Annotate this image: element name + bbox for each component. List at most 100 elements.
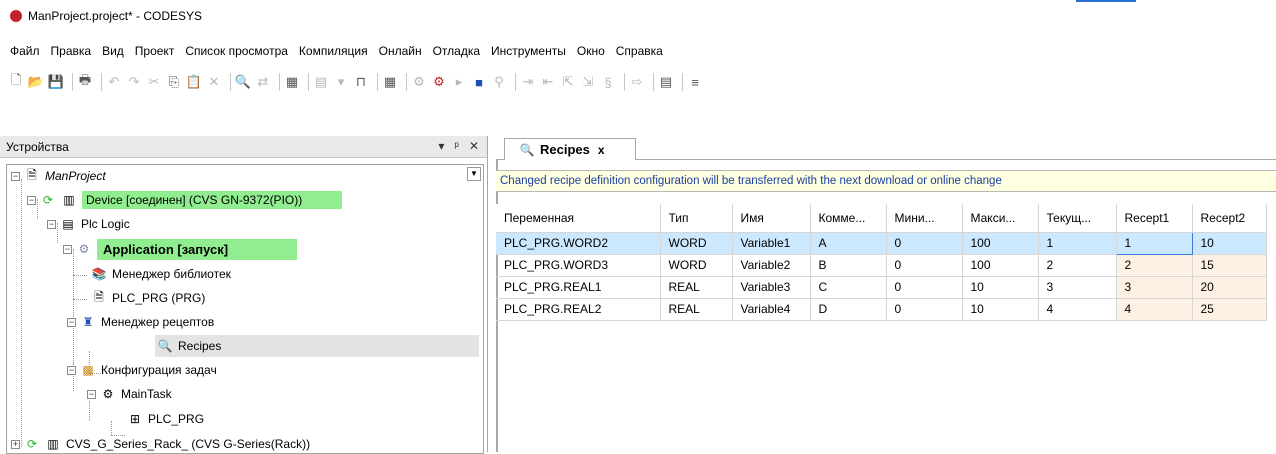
cell-recept1[interactable]: 1 <box>1115 231 1193 255</box>
tree-item-task-configuration[interactable]: − ▩ Конфигурация задач <box>67 359 217 381</box>
column-header-maximum[interactable]: Макси... <box>962 204 1039 233</box>
menu-tools[interactable]: Инструменты <box>491 44 566 58</box>
cell-current[interactable]: 4 <box>1038 298 1117 321</box>
tree-item-plc-logic[interactable]: − ▤ Plc Logic <box>47 213 130 235</box>
column-header-variable[interactable]: Переменная <box>496 204 661 233</box>
cell-minimum[interactable]: 0 <box>886 298 963 321</box>
collapse-icon[interactable]: − <box>47 219 56 229</box>
new-project-icon[interactable]: 🗋 <box>8 72 24 90</box>
cell-name[interactable]: Variable4 <box>732 298 811 321</box>
delete-icon[interactable]: ✕ <box>206 74 222 90</box>
tree-item-plc-prg[interactable]: 🗎 PLC_PRG (PRG) <box>91 287 205 309</box>
cell-type[interactable]: WORD <box>660 254 733 277</box>
cell-maximum[interactable]: 10 <box>962 298 1039 321</box>
cell-recept2[interactable]: 20 <box>1192 276 1267 299</box>
menu-project[interactable]: Проект <box>135 44 175 58</box>
tree-item-recipe-manager[interactable]: − ♜ Менеджер рецептов <box>67 311 214 333</box>
open-project-icon[interactable]: 📂 <box>28 74 44 90</box>
step-into-icon[interactable]: ⇤ <box>540 74 556 90</box>
find-icon[interactable]: 🔍 <box>235 74 251 90</box>
menu-debug[interactable]: Отладка <box>433 44 480 58</box>
cell-maximum[interactable]: 10 <box>962 276 1039 299</box>
cell-recept2[interactable]: 25 <box>1192 298 1267 321</box>
set-next-statement-icon[interactable]: § <box>600 74 616 90</box>
cell-variable[interactable]: PLC_PRG.WORD2 <box>496 232 661 255</box>
column-header-recept2[interactable]: Recept2 <box>1192 204 1267 233</box>
tab-recipes[interactable]: 🔍 Recipes x <box>504 138 636 160</box>
cell-maximum[interactable]: 100 <box>962 254 1039 277</box>
cell-minimum[interactable]: 0 <box>886 276 963 299</box>
column-header-minimum[interactable]: Мини... <box>886 204 963 233</box>
collapse-icon[interactable]: − <box>11 171 20 181</box>
tab-close-icon[interactable]: x <box>598 143 605 157</box>
cell-current[interactable]: 2 <box>1038 254 1117 277</box>
menu-edit[interactable]: Правка <box>51 44 92 58</box>
cell-variable[interactable]: PLC_PRG.WORD3 <box>496 254 661 277</box>
cell-minimum[interactable]: 0 <box>886 232 963 255</box>
step-out-icon[interactable]: ⇱ <box>560 74 576 90</box>
tree-item-library-manager[interactable]: 📚 Менеджер библиотек <box>91 263 231 285</box>
tree-item-rack[interactable]: + ⟳ ▥ CVS_G_Series_Rack_ (CVS G-Series(R… <box>11 433 310 453</box>
show-current-statement-icon[interactable]: ⇨ <box>629 74 645 90</box>
cell-maximum[interactable]: 100 <box>962 232 1039 255</box>
cell-recept1[interactable]: 2 <box>1116 254 1193 277</box>
dropdown-arrow-icon[interactable]: ▾ <box>333 74 349 90</box>
tree-item-application[interactable]: − ⚙ Application [запуск] <box>63 238 297 260</box>
cell-minimum[interactable]: 0 <box>886 254 963 277</box>
cell-comment[interactable]: D <box>810 298 887 321</box>
insert-object-icon[interactable]: ⊓ <box>353 74 369 90</box>
cell-comment[interactable]: A <box>810 232 887 255</box>
cell-recept1[interactable]: 4 <box>1116 298 1193 321</box>
cell-type[interactable]: REAL <box>660 276 733 299</box>
collapse-icon[interactable]: − <box>67 365 76 375</box>
redo-icon[interactable]: ↷ <box>126 74 142 90</box>
select-all-icon[interactable]: ▦ <box>284 74 300 90</box>
collapse-icon[interactable]: − <box>27 195 36 205</box>
cell-recept1[interactable]: 3 <box>1116 276 1193 299</box>
cell-variable[interactable]: PLC_PRG.REAL1 <box>496 276 661 299</box>
column-header-type[interactable]: Тип <box>660 204 733 233</box>
cell-comment[interactable]: C <box>810 276 887 299</box>
menu-help[interactable]: Справка <box>616 44 663 58</box>
pin-icon[interactable]: ᵖ <box>454 139 459 153</box>
menu-build[interactable]: Компиляция <box>299 44 368 58</box>
tree-item-device[interactable]: − ⟳ ▥ Device [соединен] (CVS GN-9372(PIO… <box>27 189 342 211</box>
menu-window[interactable]: Окно <box>577 44 605 58</box>
undo-icon[interactable]: ↶ <box>106 74 122 90</box>
save-icon[interactable]: 💾 <box>48 74 64 90</box>
paste-icon[interactable]: 📋 <box>186 74 202 90</box>
logout-icon[interactable]: ⚙ <box>431 74 447 90</box>
start-icon[interactable]: ▸ <box>451 74 467 90</box>
replace-icon[interactable]: ⇄ <box>255 74 271 90</box>
cell-recept2[interactable]: 10 <box>1192 232 1267 255</box>
collapse-icon[interactable]: − <box>87 389 96 399</box>
cell-type[interactable]: WORD <box>660 232 733 255</box>
close-icon[interactable]: ✕ <box>469 139 479 153</box>
step-over-icon[interactable]: ⇥ <box>520 74 536 90</box>
menu-online[interactable]: Онлайн <box>379 44 422 58</box>
cell-type[interactable]: REAL <box>660 298 733 321</box>
tree-dropdown-button[interactable]: ▼ <box>467 167 481 181</box>
cell-recept2[interactable]: 15 <box>1192 254 1267 277</box>
tree-item-recipes[interactable]: 🔍 Recipes <box>155 335 479 357</box>
collapse-icon[interactable]: − <box>63 244 72 254</box>
print-icon[interactable]: 🖶 <box>77 72 93 90</box>
stop-icon[interactable]: ■ <box>471 74 487 90</box>
login-icon[interactable]: ⚙ <box>411 74 427 90</box>
menu-view[interactable]: Вид <box>102 44 124 58</box>
add-object-icon[interactable]: ▤ <box>313 74 329 90</box>
table-row[interactable]: PLC_PRG.WORD3 WORD Variable2 B 0 100 2 2… <box>496 254 1267 277</box>
run-to-cursor-icon[interactable]: ⇲ <box>580 74 596 90</box>
build-icon[interactable]: ▦ <box>382 74 398 90</box>
menu-watchlist[interactable]: Список просмотра <box>185 44 288 58</box>
toolbar-options-icon[interactable]: ≡ <box>687 74 703 90</box>
tree-item-manproject[interactable]: − 🗎 ManProject <box>11 165 106 187</box>
cell-name[interactable]: Variable3 <box>732 276 811 299</box>
table-row[interactable]: PLC_PRG.REAL1 REAL Variable3 C 0 10 3 3 … <box>496 276 1267 299</box>
column-header-current[interactable]: Текущ... <box>1038 204 1117 233</box>
column-header-name[interactable]: Имя <box>732 204 811 233</box>
panel-menu-icon[interactable]: ▾ <box>438 139 444 153</box>
column-header-recept1[interactable]: Recept1 <box>1116 204 1193 233</box>
cell-name[interactable]: Variable2 <box>732 254 811 277</box>
cell-current[interactable]: 3 <box>1038 276 1117 299</box>
